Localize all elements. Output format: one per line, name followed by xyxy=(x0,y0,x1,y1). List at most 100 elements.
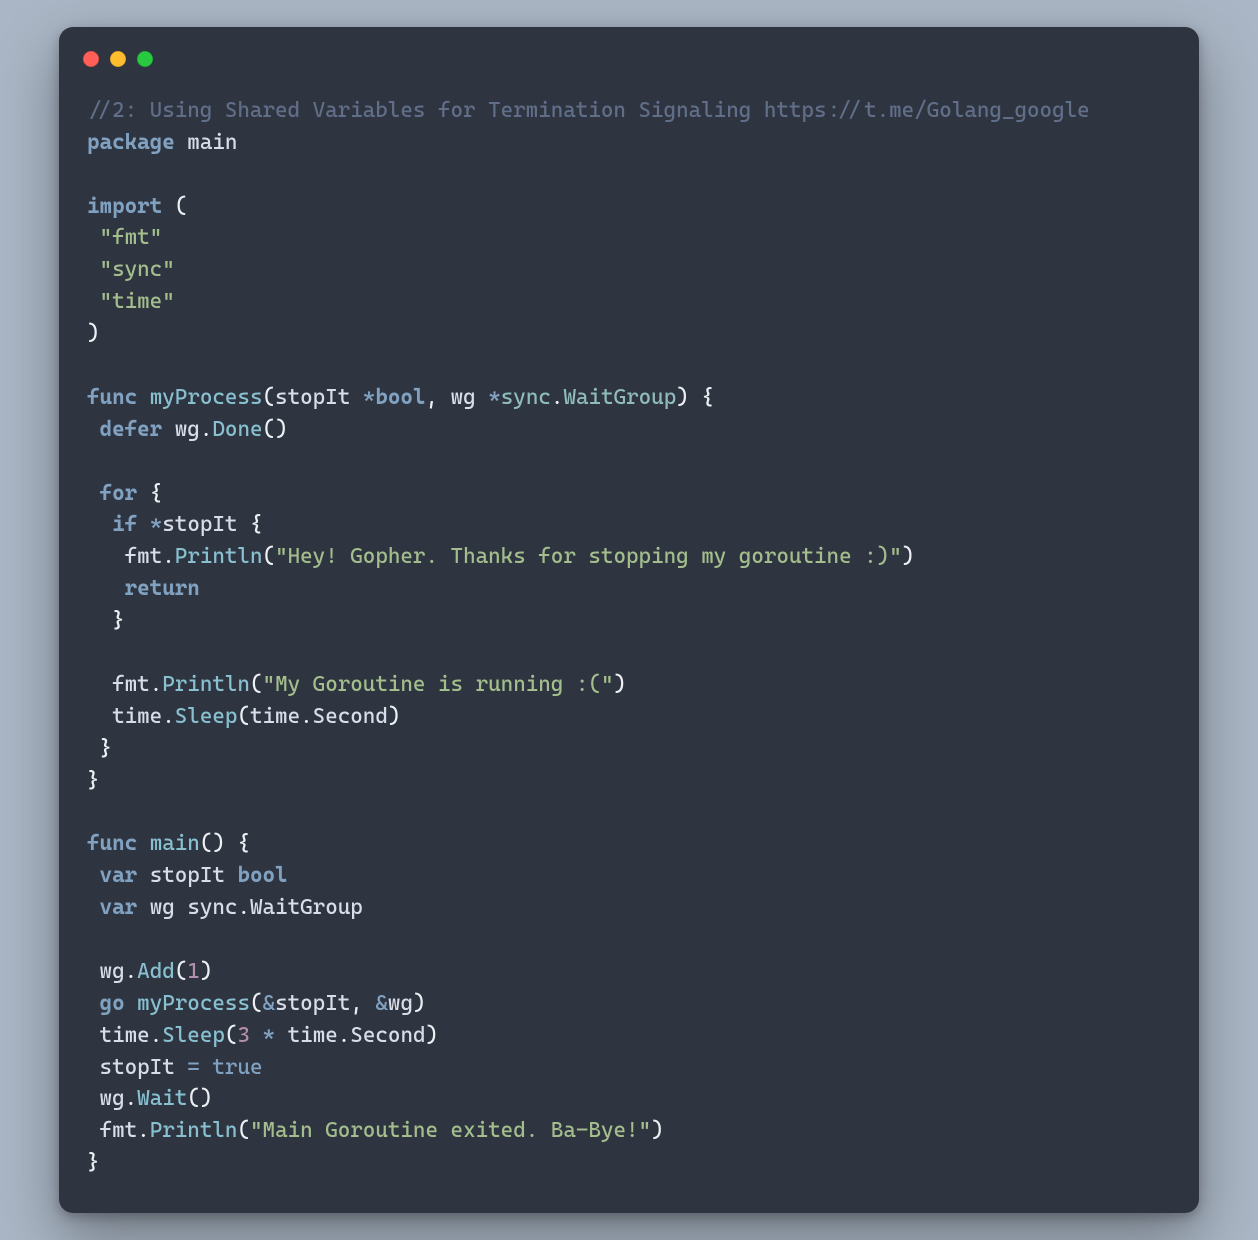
paren: ( xyxy=(237,1118,250,1143)
fn-println: Println xyxy=(162,672,250,697)
id-stopit: stopIt xyxy=(275,991,350,1016)
type-waitgroup: WaitGroup xyxy=(563,385,676,410)
paren: ( xyxy=(175,959,188,984)
fn-main: main xyxy=(150,831,200,856)
fn-wait: Wait xyxy=(137,1086,187,1111)
fn-myprocess: myProcess xyxy=(137,991,250,1016)
id-stopit: stopIt xyxy=(162,512,237,537)
dot: . xyxy=(150,672,163,697)
num-3: 3 xyxy=(237,1023,250,1048)
kw-return: return xyxy=(125,576,200,601)
page-background: //2: Using Shared Variables for Terminat… xyxy=(0,0,1258,1240)
close-icon[interactable] xyxy=(83,51,99,67)
id-second: Second xyxy=(350,1023,425,1048)
fn-done: Done xyxy=(212,417,262,442)
paren: ( xyxy=(175,194,188,219)
id-wg: wg xyxy=(100,1086,125,1111)
paren: ( xyxy=(225,1023,238,1048)
kw-func: func xyxy=(87,385,137,410)
paren: ) xyxy=(613,672,626,697)
kw-go: go xyxy=(100,991,125,1016)
fn-sleep: Sleep xyxy=(162,1023,225,1048)
param-wg: wg xyxy=(451,385,476,410)
paren: () xyxy=(263,417,288,442)
id-stopit: stopIt xyxy=(150,863,225,888)
paren: ( xyxy=(250,991,263,1016)
dot: . xyxy=(551,385,564,410)
dot: . xyxy=(150,1023,163,1048)
id-waitgroup: WaitGroup xyxy=(250,895,363,920)
fn-println: Println xyxy=(175,544,263,569)
import-fmt: "fmt" xyxy=(100,225,163,250)
zoom-icon[interactable] xyxy=(137,51,153,67)
fn-println: Println xyxy=(150,1118,238,1143)
kw-if: if xyxy=(112,512,137,537)
comma: , xyxy=(350,991,363,1016)
str-thanks: "Hey! Gopher. Thanks for stopping my gor… xyxy=(275,544,902,569)
code-comment: //2: Using Shared Variables for Terminat… xyxy=(87,98,1090,123)
brace: { xyxy=(701,385,714,410)
str-running: "My Goroutine is running :(" xyxy=(263,672,614,697)
fn-add: Add xyxy=(137,959,175,984)
kw-import: import xyxy=(87,194,162,219)
id-time: time xyxy=(112,704,162,729)
code-window: //2: Using Shared Variables for Terminat… xyxy=(59,27,1199,1213)
str-exit: "Main Goroutine exited. Ba-Bye!" xyxy=(250,1118,651,1143)
paren: ( xyxy=(263,544,276,569)
id-wg: wg xyxy=(175,417,200,442)
num-1: 1 xyxy=(187,959,200,984)
paren: ) xyxy=(413,991,426,1016)
param-stopit: stopIt xyxy=(275,385,350,410)
dot: . xyxy=(137,1118,150,1143)
id-time: time xyxy=(250,704,300,729)
brace: { xyxy=(250,512,263,537)
import-sync: "sync" xyxy=(100,257,175,282)
kw-defer: defer xyxy=(100,417,163,442)
type-bool: bool xyxy=(237,863,287,888)
comma: , xyxy=(425,385,438,410)
dot: . xyxy=(338,1023,351,1048)
op-star: * xyxy=(150,512,163,537)
dot: . xyxy=(237,895,250,920)
kw-package: package xyxy=(87,130,175,155)
id-second: Second xyxy=(313,704,388,729)
paren: ( xyxy=(263,385,276,410)
pkg-main: main xyxy=(187,130,237,155)
dot: . xyxy=(200,417,213,442)
id-fmt: fmt xyxy=(112,672,150,697)
id-time: time xyxy=(100,1023,150,1048)
import-time: "time" xyxy=(100,289,175,314)
fn-myprocess: myProcess xyxy=(150,385,263,410)
paren: ) xyxy=(651,1118,664,1143)
brace: } xyxy=(87,1150,100,1175)
fn-sleep: Sleep xyxy=(175,704,238,729)
id-wg: wg xyxy=(388,991,413,1016)
id-fmt: fmt xyxy=(100,1118,138,1143)
id-time: time xyxy=(288,1023,338,1048)
paren: () xyxy=(200,831,225,856)
paren: ) xyxy=(87,321,100,346)
kw-func: func xyxy=(87,831,137,856)
kw-for: for xyxy=(100,481,138,506)
op-amp: & xyxy=(263,991,276,1016)
id-sync: sync xyxy=(187,895,237,920)
paren: ) xyxy=(676,385,689,410)
dot: . xyxy=(162,544,175,569)
op-eq: = xyxy=(187,1055,200,1080)
id-wg: wg xyxy=(100,959,125,984)
brace: } xyxy=(100,736,113,761)
op-amp: & xyxy=(375,991,388,1016)
minimize-icon[interactable] xyxy=(110,51,126,67)
id-wg: wg xyxy=(150,895,175,920)
op-star: * xyxy=(488,385,501,410)
id-fmt: fmt xyxy=(125,544,163,569)
brace: } xyxy=(112,608,125,633)
paren: ( xyxy=(250,672,263,697)
type-sync: sync xyxy=(501,385,551,410)
brace: { xyxy=(150,481,163,506)
op-star: * xyxy=(363,385,376,410)
op-star: * xyxy=(263,1023,276,1048)
window-titlebar xyxy=(83,49,1171,69)
dot: . xyxy=(125,1086,138,1111)
brace: } xyxy=(87,768,100,793)
